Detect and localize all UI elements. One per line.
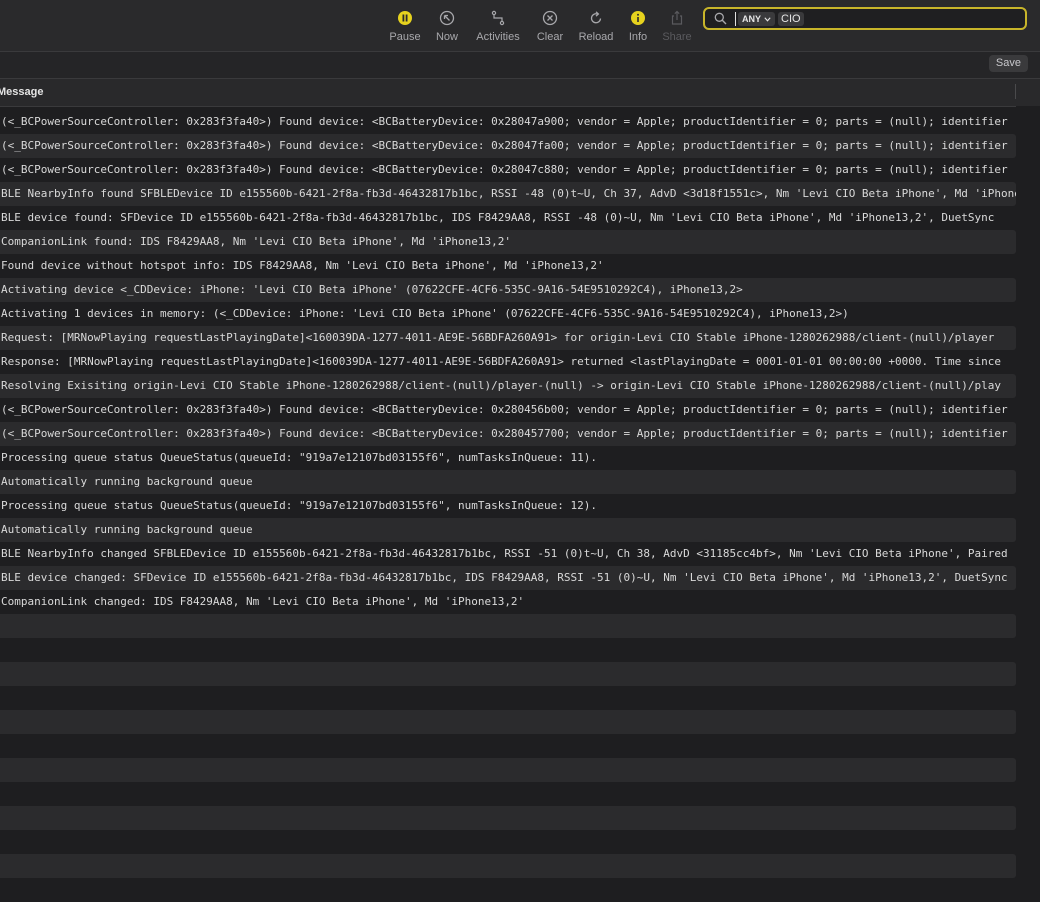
activities-label: Activities — [476, 31, 520, 43]
clear-button[interactable]: Clear — [535, 8, 565, 48]
log-row[interactable]: Request: [MRNowPlaying requestLastPlayin… — [0, 326, 1016, 350]
pause-icon — [395, 8, 415, 28]
search-icon — [714, 12, 727, 30]
log-row[interactable]: Resolving Exisiting origin-Levi CIO Stab… — [0, 374, 1016, 398]
log-row[interactable] — [0, 758, 1016, 782]
log-row[interactable]: Automatically running background queue — [0, 470, 1016, 494]
save-button[interactable]: Save — [988, 55, 1028, 72]
log-row[interactable]: (<_BCPowerSourceController: 0x283f3fa40>… — [0, 422, 1016, 446]
text-cursor — [735, 12, 736, 26]
log-row[interactable]: (<_BCPowerSourceController: 0x283f3fa40>… — [0, 134, 1016, 158]
message-column-header[interactable]: Message — [0, 86, 43, 98]
info-icon — [628, 8, 648, 28]
log-row[interactable] — [0, 878, 1016, 902]
info-label: Info — [628, 31, 648, 43]
log-row[interactable] — [0, 782, 1016, 806]
clear-icon — [540, 8, 560, 28]
info-button[interactable]: Info — [626, 8, 650, 48]
reload-icon — [586, 8, 606, 28]
column-header: Message — [0, 79, 1040, 107]
log-row[interactable]: CompanionLink changed: IDS F8429AA8, Nm … — [0, 590, 1016, 614]
log-row[interactable] — [0, 638, 1016, 662]
log-row[interactable] — [0, 734, 1016, 758]
save-bar: Save — [0, 52, 1040, 79]
scrollbar-track[interactable] — [1016, 106, 1040, 887]
chevron-down-icon — [764, 12, 771, 26]
log-row[interactable] — [0, 830, 1016, 854]
log-row[interactable]: Activating device <_CDDevice: iPhone: 'L… — [0, 278, 1016, 302]
now-icon — [437, 8, 457, 28]
log-row[interactable]: Activating 1 devices in memory: (<_CDDev… — [0, 302, 1016, 326]
log-row[interactable]: Automatically running background queue — [0, 518, 1016, 542]
log-row[interactable] — [0, 854, 1016, 878]
share-button[interactable]: Share — [662, 8, 692, 48]
log-row[interactable]: Processing queue status QueueStatus(queu… — [0, 446, 1016, 470]
log-row[interactable]: CompanionLink found: IDS F8429AA8, Nm 'L… — [0, 230, 1016, 254]
log-row[interactable]: (<_BCPowerSourceController: 0x283f3fa40>… — [0, 158, 1016, 182]
log-row[interactable]: Found device without hotspot info: IDS F… — [0, 254, 1016, 278]
column-divider[interactable] — [1015, 84, 1016, 99]
log-row[interactable]: Response: [MRNowPlaying requestLastPlayi… — [0, 350, 1016, 374]
log-list: (<_BCPowerSourceController: 0x283f3fa40>… — [0, 110, 1016, 902]
activities-button[interactable]: Activities — [473, 8, 523, 48]
clear-label: Clear — [536, 31, 564, 43]
toolbar: Pause Now Activities Clear Reload Info S… — [0, 0, 1040, 52]
pause-button[interactable]: Pause — [389, 8, 421, 48]
now-label: Now — [435, 31, 458, 43]
reload-label: Reload — [578, 31, 614, 43]
log-row[interactable] — [0, 806, 1016, 830]
search-term-token[interactable]: CIO — [778, 12, 804, 26]
log-row[interactable] — [0, 710, 1016, 734]
log-row[interactable]: BLE NearbyInfo found SFBLEDevice ID e155… — [0, 182, 1016, 206]
search-scope-label: ANY — [742, 14, 762, 24]
log-row[interactable]: Processing queue status QueueStatus(queu… — [0, 494, 1016, 518]
log-row[interactable]: (<_BCPowerSourceController: 0x283f3fa40>… — [0, 110, 1016, 134]
pause-label: Pause — [389, 31, 421, 43]
reload-button[interactable]: Reload — [577, 8, 615, 48]
log-row[interactable]: (<_BCPowerSourceController: 0x283f3fa40>… — [0, 398, 1016, 422]
now-button[interactable]: Now — [434, 8, 460, 48]
share-icon — [667, 8, 687, 28]
search-field[interactable]: ANY CIO — [703, 7, 1027, 30]
log-row[interactable]: BLE NearbyInfo changed SFBLEDevice ID e1… — [0, 542, 1016, 566]
log-row[interactable] — [0, 614, 1016, 638]
search-scope-token[interactable]: ANY — [738, 12, 776, 26]
share-label: Share — [662, 31, 692, 43]
log-row[interactable] — [0, 686, 1016, 710]
log-row[interactable]: BLE device found: SFDevice ID e155560b-6… — [0, 206, 1016, 230]
activities-icon — [488, 8, 508, 28]
log-row[interactable]: BLE device changed: SFDevice ID e155560b… — [0, 566, 1016, 590]
log-row[interactable] — [0, 662, 1016, 686]
